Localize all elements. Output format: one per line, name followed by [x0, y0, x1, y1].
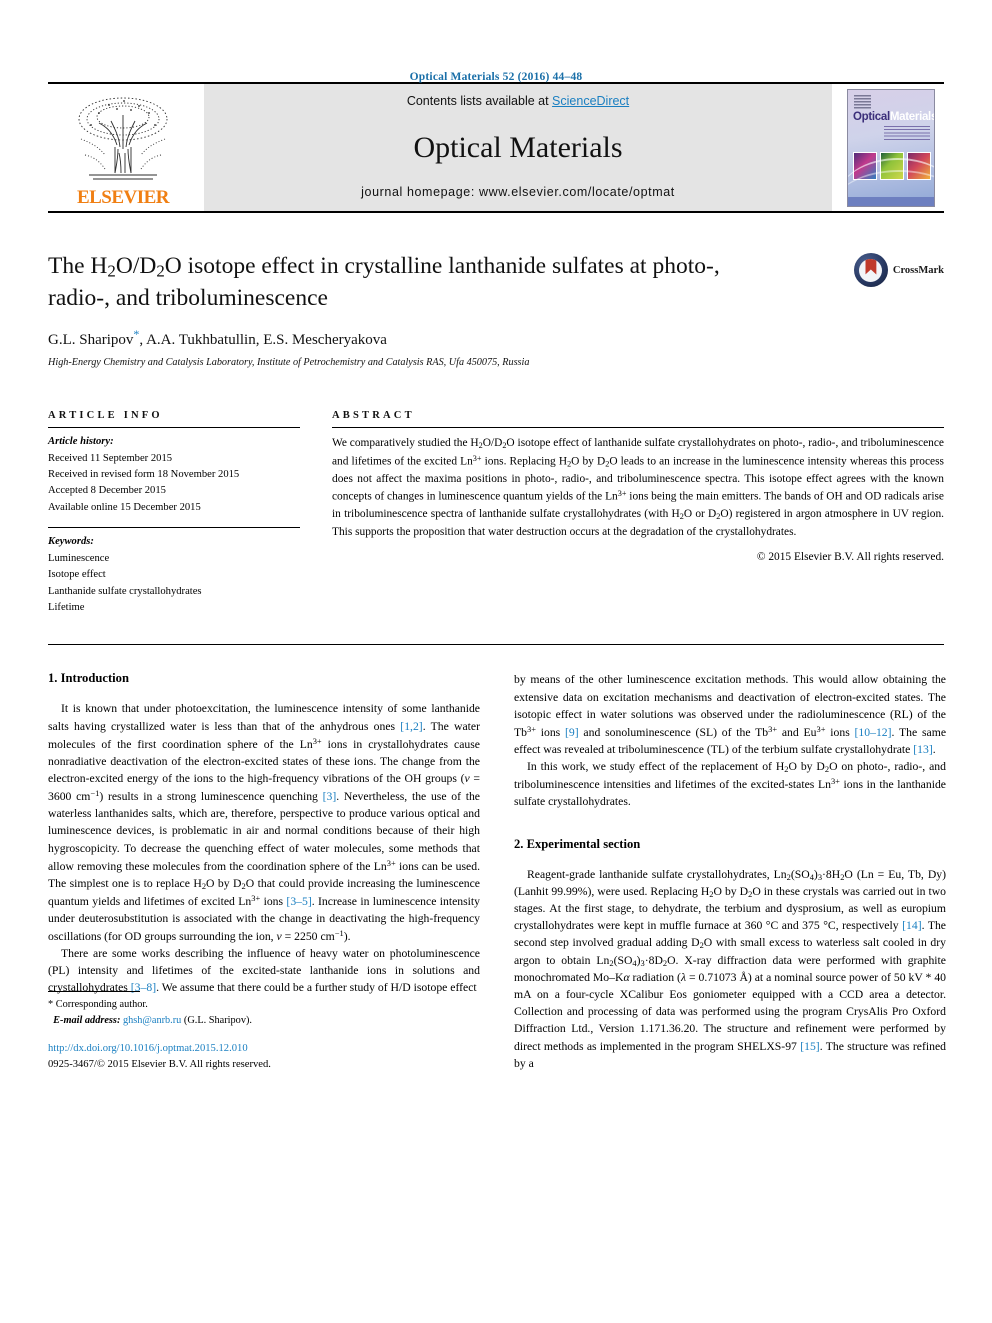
author-rest: , A.A. Tukhbatullin, E.S. Mescheryakova	[139, 332, 387, 349]
footnote-divider	[48, 991, 140, 993]
cover-subtitle-lines	[884, 125, 930, 142]
article-history: Article history: Received 11 September 2…	[48, 434, 300, 516]
paragraph-experimental-1: Reagent-grade lanthanide sulfate crystal…	[514, 867, 947, 1070]
keyword-1: Isotope effect	[48, 569, 106, 581]
cover-publisher-mark-icon	[854, 94, 871, 110]
info-abstract-row: ARTICLE INFO Article history: Received 1…	[48, 410, 944, 616]
paragraph-intro-4: In this work, we study effect of the rep…	[514, 760, 946, 809]
citation-13[interactable]: [13]	[913, 743, 932, 756]
divider-body-top	[48, 644, 944, 646]
crossmark-inner-circle	[859, 258, 883, 282]
article-info-heading: ARTICLE INFO	[48, 410, 163, 422]
abstract-copyright: © 2015 Elsevier B.V. All rights reserved…	[756, 551, 944, 564]
citation-1-2[interactable]: [1,2]	[400, 720, 422, 733]
keywords-block: Keywords: Luminescence Isotope effect La…	[48, 534, 300, 616]
elsevier-wordmark: ELSEVIER	[76, 187, 170, 208]
citation-15[interactable]: [15]	[800, 1040, 819, 1053]
email-label: E-mail address:	[53, 1014, 121, 1026]
author-corresponding: G.L. Sharipov	[48, 332, 134, 349]
journal-masthead: ELSEVIER Contents lists available at Sci…	[48, 82, 944, 213]
article-history-label: Article history:	[48, 436, 114, 448]
cover-title-part2: Materials	[889, 110, 935, 123]
section-heading-experimental: 2. Experimental section	[514, 836, 641, 851]
email-link[interactable]: ghsh@anrb.ru	[123, 1015, 181, 1026]
cover-title: OpticalMaterials	[853, 110, 934, 124]
abstract-text: We comparatively studied the H2O/D2O iso…	[332, 437, 944, 538]
elsevier-tree-icon	[78, 97, 168, 180]
title-block: CrossMark The H2O/D2O isotope effect in …	[48, 251, 944, 368]
paragraph-intro-2: There are some works describing the infl…	[48, 947, 480, 995]
paragraph-intro-1: It is known that under photoexcitation, …	[48, 702, 481, 943]
abstract-column: ABSTRACT We comparatively studied the H2…	[332, 410, 944, 616]
keyword-2: Lanthanide sulfate crystallohydrates	[48, 585, 202, 597]
issn-copyright: 0925-3467/© 2015 Elsevier B.V. All right…	[48, 1058, 271, 1070]
column-left: 1. Introduction It is known that under p…	[48, 671, 480, 1072]
section-heading-introduction: 1. Introduction	[48, 671, 129, 686]
page-title: The H2O/D2O isotope effect in crystallin…	[48, 253, 720, 311]
history-item-0: Received 11 September 2015	[48, 452, 173, 464]
citation-3[interactable]: [3]	[323, 790, 337, 803]
history-item-1: Received in revised form 18 November 201…	[48, 469, 240, 481]
email-owner: (G.L. Sharipov).	[181, 1014, 252, 1026]
running-head: Optical Materials 52 (2016) 44–48	[409, 71, 583, 83]
crossmark-badge[interactable]: CrossMark	[853, 253, 944, 287]
crossmark-ribbon-icon	[865, 258, 877, 275]
elsevier-logo: ELSEVIER	[48, 84, 198, 211]
column-right: by means of the other luminescence excit…	[514, 671, 946, 1072]
citation-9[interactable]: [9]	[565, 726, 579, 739]
cover-art: OpticalMaterials	[847, 88, 935, 207]
author-list: G.L. Sharipov*, A.A. Tukhbatullin, E.S. …	[48, 327, 944, 349]
history-item-3: Available online 15 December 2015	[48, 501, 201, 513]
sciencedirect-link[interactable]: ScienceDirect	[552, 94, 629, 108]
citation-10-12[interactable]: [10–12]	[855, 726, 892, 739]
divider-keywords	[48, 527, 300, 529]
citation-3-5[interactable]: [3–5]	[286, 895, 311, 908]
keyword-3: Lifetime	[48, 601, 85, 613]
contents-line: Contents lists available at ScienceDirec…	[407, 94, 629, 108]
journal-title: Optical Materials	[413, 130, 623, 164]
doi-block: http://dx.doi.org/10.1016/j.optmat.2015.…	[48, 1041, 480, 1072]
crossmark-label: CrossMark	[892, 264, 944, 276]
cover-title-part1: Optical	[853, 110, 890, 123]
divider-abstract-top	[332, 427, 944, 429]
article-page: Optical Materials 52 (2016) 44–48 ELSEVI…	[0, 0, 992, 1323]
keyword-0: Luminescence	[48, 552, 110, 564]
corresponding-author-note: * Corresponding author.	[48, 999, 148, 1011]
doi-link[interactable]: http://dx.doi.org/10.1016/j.optmat.2015.…	[48, 1041, 480, 1056]
email-note: E-mail address: ghsh@anrb.ru (G.L. Shari…	[48, 1013, 480, 1028]
affiliation: High-Energy Chemistry and Catalysis Labo…	[48, 357, 530, 369]
article-info-column: ARTICLE INFO Article history: Received 1…	[48, 410, 300, 616]
crossmark-icon	[853, 253, 888, 287]
divider-info-top	[48, 427, 300, 429]
journal-homepage[interactable]: journal homepage: www.elsevier.com/locat…	[361, 185, 675, 199]
paragraph-intro-3: by means of the other luminescence excit…	[514, 673, 947, 756]
contents-prefix: Contents lists available at	[406, 94, 553, 108]
citation-14[interactable]: [14]	[902, 919, 921, 932]
footnote-block: * Corresponding author. E-mail address: …	[48, 991, 480, 1072]
keywords-label: Keywords:	[48, 536, 94, 548]
body-columns: 1. Introduction It is known that under p…	[48, 671, 946, 1072]
journal-cover-thumbnail[interactable]: OpticalMaterials	[838, 84, 944, 211]
cover-footer-band	[848, 196, 934, 206]
history-item-2: Accepted 8 December 2015	[48, 485, 166, 497]
masthead-center: Contents lists available at ScienceDirec…	[204, 84, 832, 211]
abstract-heading: ABSTRACT	[332, 410, 415, 422]
